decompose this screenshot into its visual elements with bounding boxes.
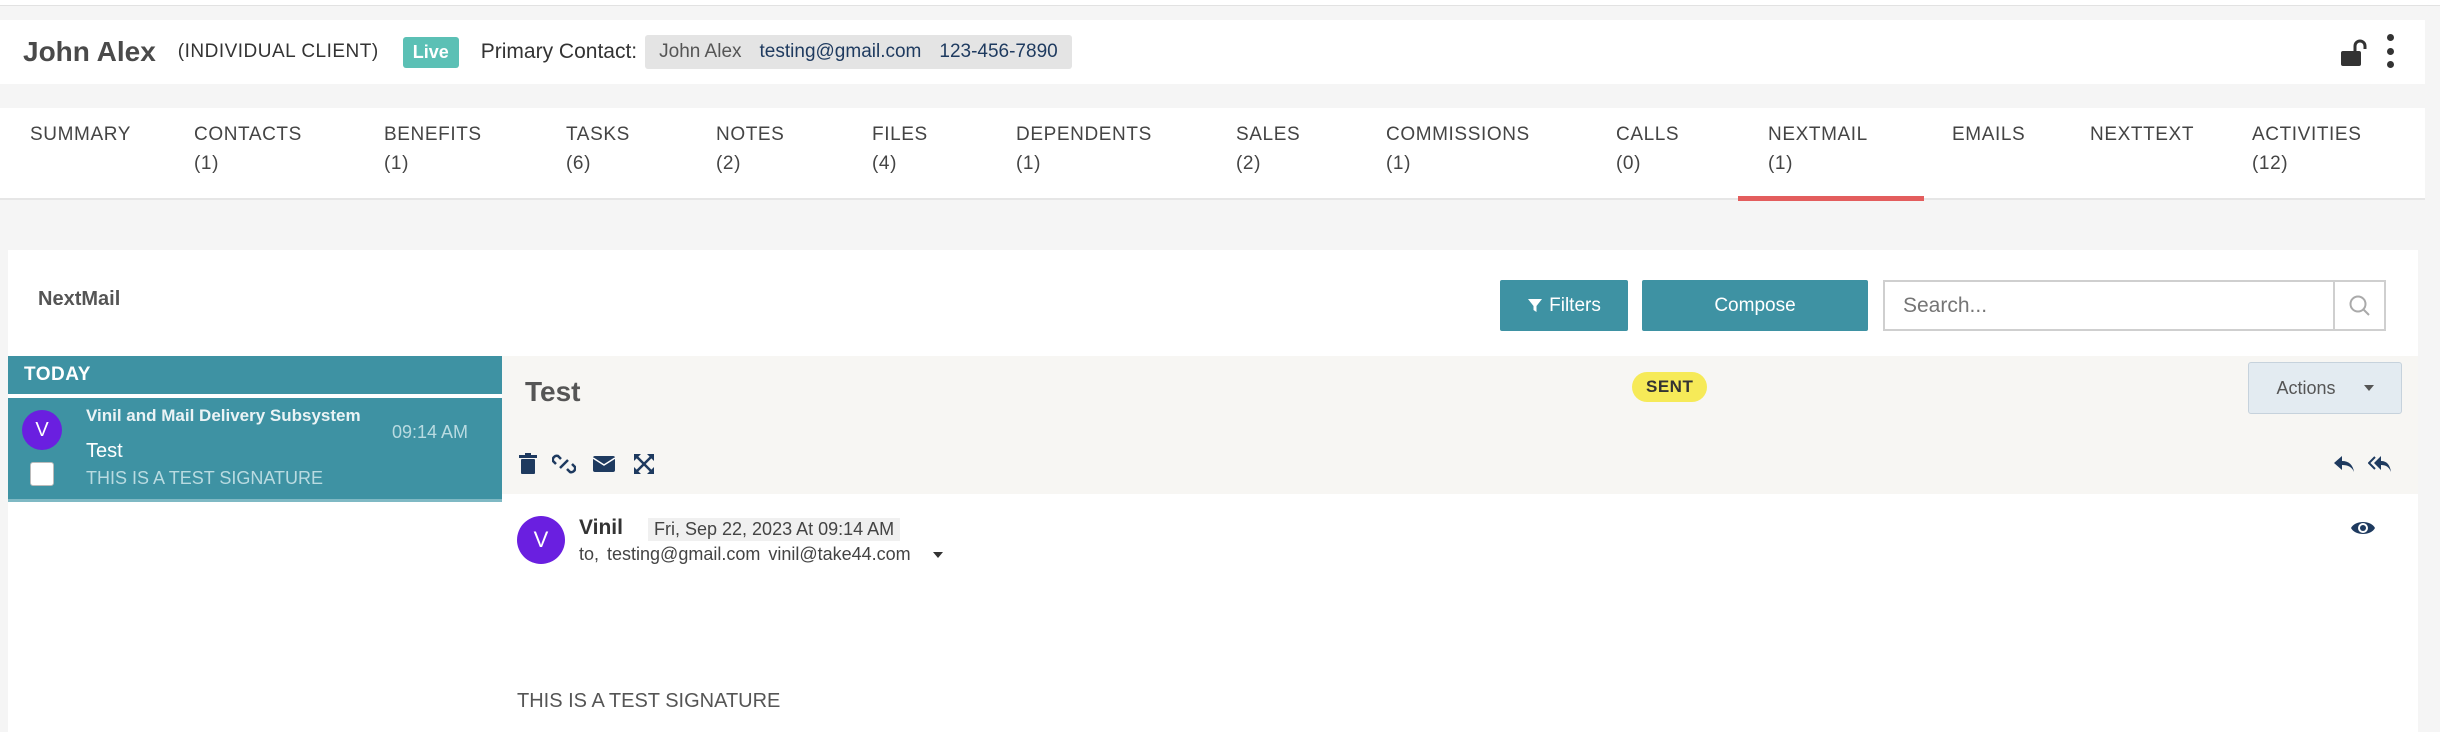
- select-checkbox[interactable]: [30, 462, 54, 486]
- unlink-icon[interactable]: [552, 452, 576, 476]
- primary-contact-box: John Alex testing@gmail.com 123-456-7890: [645, 35, 1072, 69]
- compose-button[interactable]: Compose: [1642, 280, 1868, 331]
- eye-icon[interactable]: [2350, 518, 2376, 538]
- contact-email[interactable]: testing@gmail.com: [760, 41, 922, 63]
- tab-dependents[interactable]: DEPENDENTS (1): [1016, 120, 1152, 178]
- tab-emails[interactable]: EMAILS: [1952, 120, 2025, 149]
- envelope-icon[interactable]: [592, 452, 616, 476]
- client-type: (INDIVIDUAL CLIENT): [177, 41, 379, 62]
- item-snippet: THIS IS A TEST SIGNATURE: [86, 468, 324, 488]
- item-subject: Test: [86, 440, 123, 462]
- recipients: to, testing@gmail.com vinil@take44.com: [579, 544, 943, 565]
- tab-commissions[interactable]: COMMISSIONS (1): [1386, 120, 1530, 178]
- recipient-email: testing@gmail.com: [607, 544, 761, 564]
- item-time: 09:14 AM: [392, 422, 469, 442]
- unlock-icon[interactable]: [2339, 38, 2369, 68]
- compose-label: Compose: [1714, 294, 1796, 316]
- tab-calls[interactable]: CALLS (0): [1616, 120, 1679, 178]
- message-toolbar: [502, 434, 2418, 494]
- avatar: V: [22, 410, 62, 450]
- reply-all-icon[interactable]: [2368, 452, 2392, 476]
- tab-notes[interactable]: NOTES (2): [716, 120, 784, 178]
- caret-down-icon: [2363, 385, 2374, 391]
- panel-title: NextMail: [38, 288, 121, 310]
- list-item[interactable]: V Vinil and Mail Delivery Subsystem 09:1…: [8, 398, 502, 502]
- tab-activities[interactable]: ACTIVITIES (12): [2252, 120, 2361, 178]
- list-group-header: TODAY: [8, 356, 502, 394]
- actions-label: Actions: [2276, 377, 2336, 398]
- search-icon: [2349, 295, 2370, 316]
- primary-contact-label: Primary Contact:: [480, 40, 638, 63]
- recipient-email: vinil@take44.com: [768, 544, 911, 564]
- actions-dropdown[interactable]: Actions: [2248, 362, 2402, 414]
- search-input[interactable]: [1883, 280, 2337, 331]
- message-header: Test SENT Actions: [502, 356, 2418, 434]
- more-options-icon[interactable]: [2385, 34, 2395, 68]
- tab-bar: SUMMARY CONTACTS (1) BENEFITS (1) TASKS (6)…: [0, 108, 2425, 200]
- contact-phone[interactable]: 123-456-7890: [939, 41, 1057, 63]
- message-body: V Vinil Fri, Sep 22, 2023 At 09:14 AM to…: [502, 494, 2418, 732]
- status-badge: Live: [402, 36, 459, 68]
- filters-button[interactable]: Filters: [1500, 280, 1628, 331]
- tab-summary[interactable]: SUMMARY: [30, 120, 131, 149]
- recipients-toggle-icon[interactable]: [932, 551, 943, 558]
- to-label: to,: [579, 544, 600, 564]
- nextmail-panel: NextMail Filters Compose TODAY V Vinil a…: [8, 250, 2418, 732]
- client-header: John Alex (INDIVIDUAL CLIENT) Live Prima…: [0, 20, 2425, 84]
- sent-status-badge: SENT: [1632, 372, 1708, 402]
- filter-icon: [1528, 298, 1543, 312]
- search-button[interactable]: [2333, 280, 2386, 331]
- tab-contacts[interactable]: CONTACTS (1): [194, 120, 302, 178]
- tab-benefits[interactable]: BENEFITS (1): [384, 120, 482, 178]
- tab-tasks[interactable]: TASKS (6): [566, 120, 630, 178]
- top-bar: [0, 0, 2440, 6]
- tab-nexttext[interactable]: NEXTTEXT: [2090, 120, 2194, 149]
- message-subject: Test: [525, 376, 581, 407]
- item-sender: Vinil and Mail Delivery Subsystem: [86, 406, 361, 425]
- tab-nextmail[interactable]: NEXTMAIL (1): [1768, 120, 1868, 178]
- reply-icon[interactable]: [2332, 452, 2356, 476]
- tab-files[interactable]: FILES (4): [872, 120, 928, 178]
- sender-avatar: V: [517, 516, 565, 564]
- message-text: THIS IS A TEST SIGNATURE: [517, 690, 781, 712]
- sent-date: Fri, Sep 22, 2023 At 09:14 AM: [648, 518, 901, 541]
- filters-label: Filters: [1549, 294, 1601, 316]
- expand-icon[interactable]: [632, 452, 656, 476]
- trash-icon[interactable]: [516, 452, 540, 476]
- active-tab-indicator: [1738, 196, 1924, 201]
- tab-sales[interactable]: SALES (2): [1236, 120, 1300, 178]
- sender-name: Vinil: [579, 516, 623, 539]
- client-name: John Alex: [23, 36, 156, 67]
- contact-name: John Alex: [659, 41, 742, 62]
